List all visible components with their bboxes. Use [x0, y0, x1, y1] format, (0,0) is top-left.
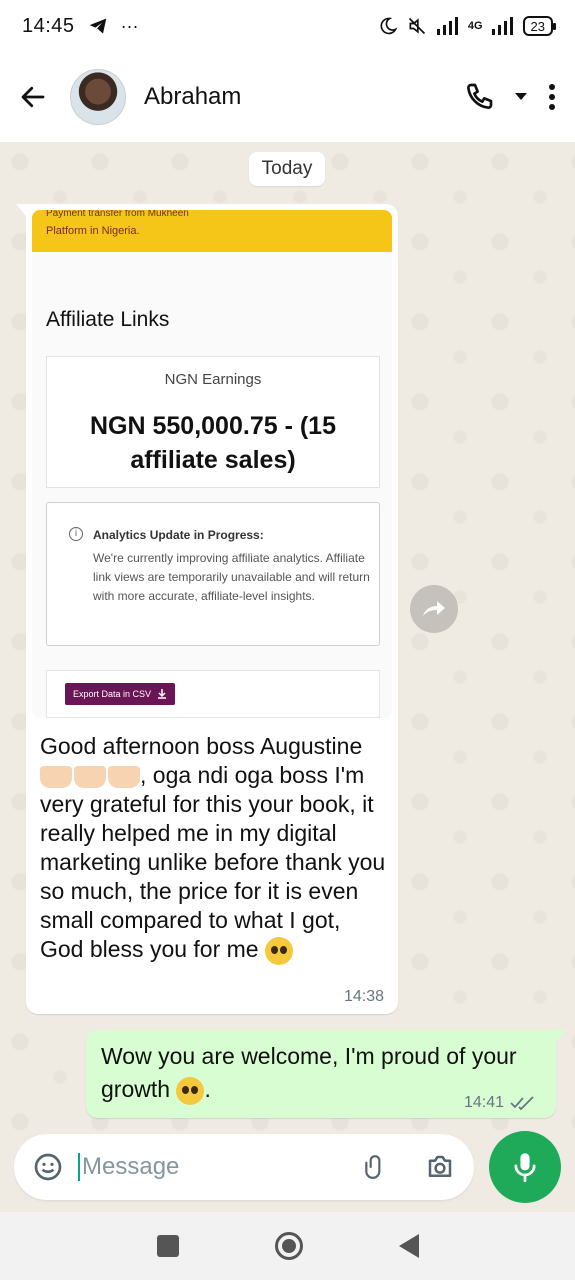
- message-composer[interactable]: Message: [14, 1134, 474, 1200]
- attach-paperclip-icon[interactable]: [362, 1151, 388, 1183]
- voice-message-button[interactable]: [489, 1131, 561, 1203]
- battery-indicator: 23: [522, 16, 557, 36]
- double-check-read-icon: [510, 1096, 534, 1110]
- earnings-card: NGN Earnings NGN 550,000.75 - (15 affili…: [46, 356, 380, 488]
- telegram-icon: [89, 18, 106, 34]
- outgoing-message[interactable]: Wow you are welcome, I'm proud of your g…: [86, 1030, 566, 1118]
- mute-icon: [408, 17, 425, 35]
- export-csv-button: Export Data in CSV: [65, 683, 176, 705]
- recent-apps-button[interactable]: [156, 1235, 179, 1257]
- microphone-icon: [514, 1153, 536, 1183]
- system-navigation-bar: [0, 1212, 575, 1280]
- incoming-message-text: Good afternoon boss Augustine , oga ndi …: [40, 732, 390, 965]
- incoming-text-part1: Good afternoon boss Augustine: [40, 733, 363, 759]
- forward-button[interactable]: [410, 585, 458, 633]
- camera-icon[interactable]: [424, 1152, 456, 1182]
- earnings-label: NGN Earnings: [164, 371, 262, 388]
- raising-hands-emoji: [40, 765, 140, 788]
- outgoing-meta: 14:41: [464, 1094, 536, 1112]
- do-not-disturb-moon-icon: [380, 17, 398, 35]
- incoming-timestamp: 14:38: [343, 988, 384, 1005]
- chat-header: Abraham: [0, 52, 575, 142]
- export-card: Export Data in CSV: [46, 670, 380, 718]
- screenshot-title: Affiliate Links: [46, 308, 170, 331]
- back-button[interactable]: [398, 1234, 419, 1258]
- pleading-face-emoji: [265, 936, 293, 965]
- contact-name[interactable]: Abraham: [144, 83, 241, 111]
- analytics-notice-card: i Analytics Update in Progress: We're cu…: [46, 502, 380, 646]
- message-input[interactable]: Message: [78, 1153, 179, 1181]
- screenshot-banner-text: Platform in Nigeria.: [46, 225, 140, 237]
- forward-icon: [423, 601, 445, 616]
- status-time: 14:45: [22, 14, 75, 37]
- network-type-label: 4G: [467, 20, 483, 32]
- more-options-icon[interactable]: [547, 83, 557, 111]
- download-icon: [158, 689, 167, 699]
- date-separator: Today: [249, 152, 325, 186]
- sticker-emoji-icon[interactable]: [32, 1151, 64, 1183]
- outgoing-text-end: .: [204, 1076, 211, 1102]
- phone-call-icon[interactable]: [463, 81, 495, 113]
- outgoing-text: Wow you are welcome, I'm proud of your g…: [101, 1043, 517, 1102]
- signal-icon-2: [491, 17, 513, 35]
- screenshot-banner: Payment transfer from Mukheen Platform i…: [32, 210, 392, 252]
- rolling-eyes-emoji: [176, 1076, 205, 1105]
- incoming-message[interactable]: Payment transfer from Mukheen Platform i…: [16, 204, 398, 1014]
- chat-area[interactable]: Today Payment transfer from Mukheen Plat…: [0, 142, 575, 1132]
- outgoing-timestamp: 14:41: [463, 1094, 504, 1111]
- home-button[interactable]: [274, 1232, 303, 1260]
- info-icon: i: [69, 527, 83, 541]
- signal-icon: [436, 17, 458, 35]
- screenshot-banner-cut-text: Payment transfer from Mukheen: [46, 210, 189, 219]
- contact-avatar[interactable]: [70, 69, 126, 125]
- analytics-notice-body: We're currently improving affiliate anal…: [93, 551, 370, 603]
- back-arrow-icon[interactable]: [18, 82, 48, 112]
- analytics-notice-title: Analytics Update in Progress:: [93, 528, 264, 542]
- incoming-text-part2: , oga ndi oga boss I'm very grateful for…: [40, 762, 386, 962]
- more-notifications-indicator: ···: [120, 15, 139, 36]
- export-csv-label: Export Data in CSV: [73, 689, 152, 699]
- call-options-dropdown-icon[interactable]: [513, 89, 529, 105]
- earnings-value: NGN 550,000.75 - (15 affiliate sales): [90, 412, 336, 474]
- shared-screenshot-image[interactable]: Payment transfer from Mukheen Platform i…: [32, 210, 392, 718]
- status-bar: 14:45 ··· 4G 23: [0, 0, 575, 52]
